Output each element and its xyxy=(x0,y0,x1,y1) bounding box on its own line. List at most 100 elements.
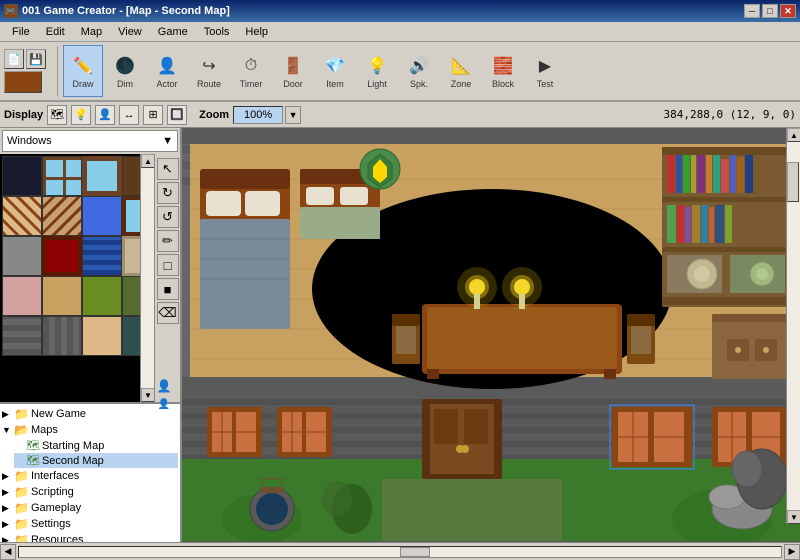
tile-15[interactable] xyxy=(82,276,122,316)
tool-test[interactable]: ▶ Test xyxy=(525,45,565,97)
gameplay-label: Gameplay xyxy=(31,502,81,514)
title-controls: ─ □ ✕ xyxy=(744,4,796,18)
menu-help[interactable]: Help xyxy=(237,24,276,40)
side-tool-eraser[interactable]: ⌫ xyxy=(157,302,179,324)
scroll-down-btn[interactable]: ▼ xyxy=(787,510,800,524)
side-tool-rect-fill[interactable]: ■ xyxy=(157,278,179,300)
scroll-thumb-h[interactable] xyxy=(400,547,430,557)
side-tool-pencil[interactable]: ✏ xyxy=(157,230,179,252)
tile-3[interactable] xyxy=(82,156,122,196)
scroll-up-btn[interactable]: ▲ xyxy=(787,128,800,142)
tile-scrollbar: ▲ ▼ xyxy=(140,154,154,402)
tree-panel: ▶ 📁 New Game ▼ 📂 Maps 🗺 Starting Map 🗺 S… xyxy=(0,402,180,542)
quick-btn-2[interactable]: 💾 xyxy=(26,49,46,69)
tree-item-maps[interactable]: ▼ 📂 Maps xyxy=(2,422,178,438)
scroll-thumb-v[interactable] xyxy=(787,162,799,202)
side-tool-rect[interactable]: □ xyxy=(157,254,179,276)
side-tool-arrow[interactable]: ↖ xyxy=(157,158,179,180)
tile-13[interactable] xyxy=(2,276,42,316)
tool-block[interactable]: 🧱 Block xyxy=(483,45,523,97)
tile-18[interactable] xyxy=(42,316,82,356)
tile-1[interactable] xyxy=(2,156,42,196)
tile-7[interactable] xyxy=(82,196,122,236)
window-title: 001 Game Creator - [Map - Second Map] xyxy=(22,5,230,17)
close-button[interactable]: ✕ xyxy=(780,4,796,18)
display-btn-2[interactable]: 💡 xyxy=(71,105,91,125)
scroll-left-btn[interactable]: ◀ xyxy=(0,544,16,560)
tile-9[interactable] xyxy=(2,236,42,276)
tile-19[interactable] xyxy=(82,316,122,356)
tile-5[interactable] xyxy=(2,196,42,236)
tool-dim[interactable]: 🌑 Dim xyxy=(105,45,145,97)
tile-11[interactable] xyxy=(82,236,122,276)
item-icon: 💎 xyxy=(323,54,347,78)
tree-item-interfaces[interactable]: ▶ 📁 Interfaces xyxy=(2,468,178,484)
zoom-box: 100% ▼ xyxy=(233,106,301,124)
tile-6[interactable] xyxy=(42,196,82,236)
toolbar: 📄 💾 ✏️ Draw 🌑 Dim 👤 Actor ↪ Route ⏱ Time… xyxy=(0,42,800,102)
tree-item-scripting[interactable]: ▶ 📁 Scripting xyxy=(2,484,178,500)
tool-spk-label: Spk. xyxy=(410,79,428,89)
tool-door[interactable]: 🚪 Door xyxy=(273,45,313,97)
tree-item-resources[interactable]: ▶ 📁 Resources xyxy=(2,532,178,542)
test-icon: ▶ xyxy=(533,54,557,78)
side-tool-rotate-cw[interactable]: ↻ xyxy=(157,182,179,204)
tile-scroll-up[interactable]: ▲ xyxy=(141,154,154,168)
tool-item[interactable]: 💎 Item xyxy=(315,45,355,97)
display-btn-6[interactable]: 🔲 xyxy=(167,105,187,125)
menu-view[interactable]: View xyxy=(110,24,150,40)
quick-btn-1[interactable]: 📄 xyxy=(4,49,24,69)
tool-light-label: Light xyxy=(367,79,387,89)
tile-10[interactable] xyxy=(42,236,82,276)
tool-actor[interactable]: 👤 Actor xyxy=(147,45,187,97)
gameplay-icon: 📁 xyxy=(14,501,29,515)
tool-route[interactable]: ↪ Route xyxy=(189,45,229,97)
block-icon: 🧱 xyxy=(491,54,515,78)
zoom-dropdown[interactable]: ▼ xyxy=(285,106,301,124)
tileset-dropdown[interactable]: Windows ▼ xyxy=(2,130,178,152)
color-swatch-1 xyxy=(4,71,42,93)
menu-edit[interactable]: Edit xyxy=(38,24,73,40)
scroll-track-h xyxy=(18,546,782,558)
minimize-button[interactable]: ─ xyxy=(744,4,760,18)
canvas-area[interactable]: ▲ ▼ xyxy=(182,128,800,542)
side-tool-rotate-ccw[interactable]: ↺ xyxy=(157,206,179,228)
tool-light[interactable]: 💡 Light xyxy=(357,45,397,97)
light-icon: 💡 xyxy=(365,54,389,78)
menu-game[interactable]: Game xyxy=(150,24,196,40)
tree-item-second-map[interactable]: 🗺 Second Map xyxy=(14,453,178,468)
display-btn-1[interactable]: 🗺 xyxy=(47,105,67,125)
tree-item-settings[interactable]: ▶ 📁 Settings xyxy=(2,516,178,532)
maps-label: Maps xyxy=(31,424,58,436)
display-btn-4[interactable]: ↔ xyxy=(119,105,139,125)
maximize-button[interactable]: □ xyxy=(762,4,778,18)
tool-zone[interactable]: 📐 Zone xyxy=(441,45,481,97)
menu-map[interactable]: Map xyxy=(73,24,110,40)
tool-route-label: Route xyxy=(197,79,221,89)
title-bar: 🎮 001 Game Creator - [Map - Second Map] … xyxy=(0,0,800,22)
tile-canvas xyxy=(0,154,154,358)
left-panel: Windows ▼ xyxy=(0,128,182,542)
menu-file[interactable]: File xyxy=(4,24,38,40)
tool-timer[interactable]: ⏱ Timer xyxy=(231,45,271,97)
tile-14[interactable] xyxy=(42,276,82,316)
spk-icon: 🔊 xyxy=(407,54,431,78)
main-layout: Windows ▼ xyxy=(0,128,800,542)
display-btn-5[interactable]: ⊞ xyxy=(143,105,163,125)
tool-draw[interactable]: ✏️ Draw xyxy=(63,45,103,97)
dim-icon: 🌑 xyxy=(113,54,137,78)
tile-scroll-down[interactable]: ▼ xyxy=(141,388,154,402)
tree-item-starting-map[interactable]: 🗺 Starting Map xyxy=(14,438,178,453)
display-label: Display xyxy=(4,109,43,121)
tool-draw-label: Draw xyxy=(72,79,93,89)
scroll-right-btn[interactable]: ▶ xyxy=(784,544,800,560)
tool-test-label: Test xyxy=(537,79,554,89)
menu-tools[interactable]: Tools xyxy=(196,24,238,40)
tree-item-gameplay[interactable]: ▶ 📁 Gameplay xyxy=(2,500,178,516)
zoom-input[interactable]: 100% xyxy=(233,106,283,124)
display-btn-3[interactable]: 👤 xyxy=(95,105,115,125)
tile-2[interactable] xyxy=(42,156,82,196)
tool-spk[interactable]: 🔊 Spk. xyxy=(399,45,439,97)
tile-17[interactable] xyxy=(2,316,42,356)
tree-item-new-game[interactable]: ▶ 📁 New Game xyxy=(2,406,178,422)
